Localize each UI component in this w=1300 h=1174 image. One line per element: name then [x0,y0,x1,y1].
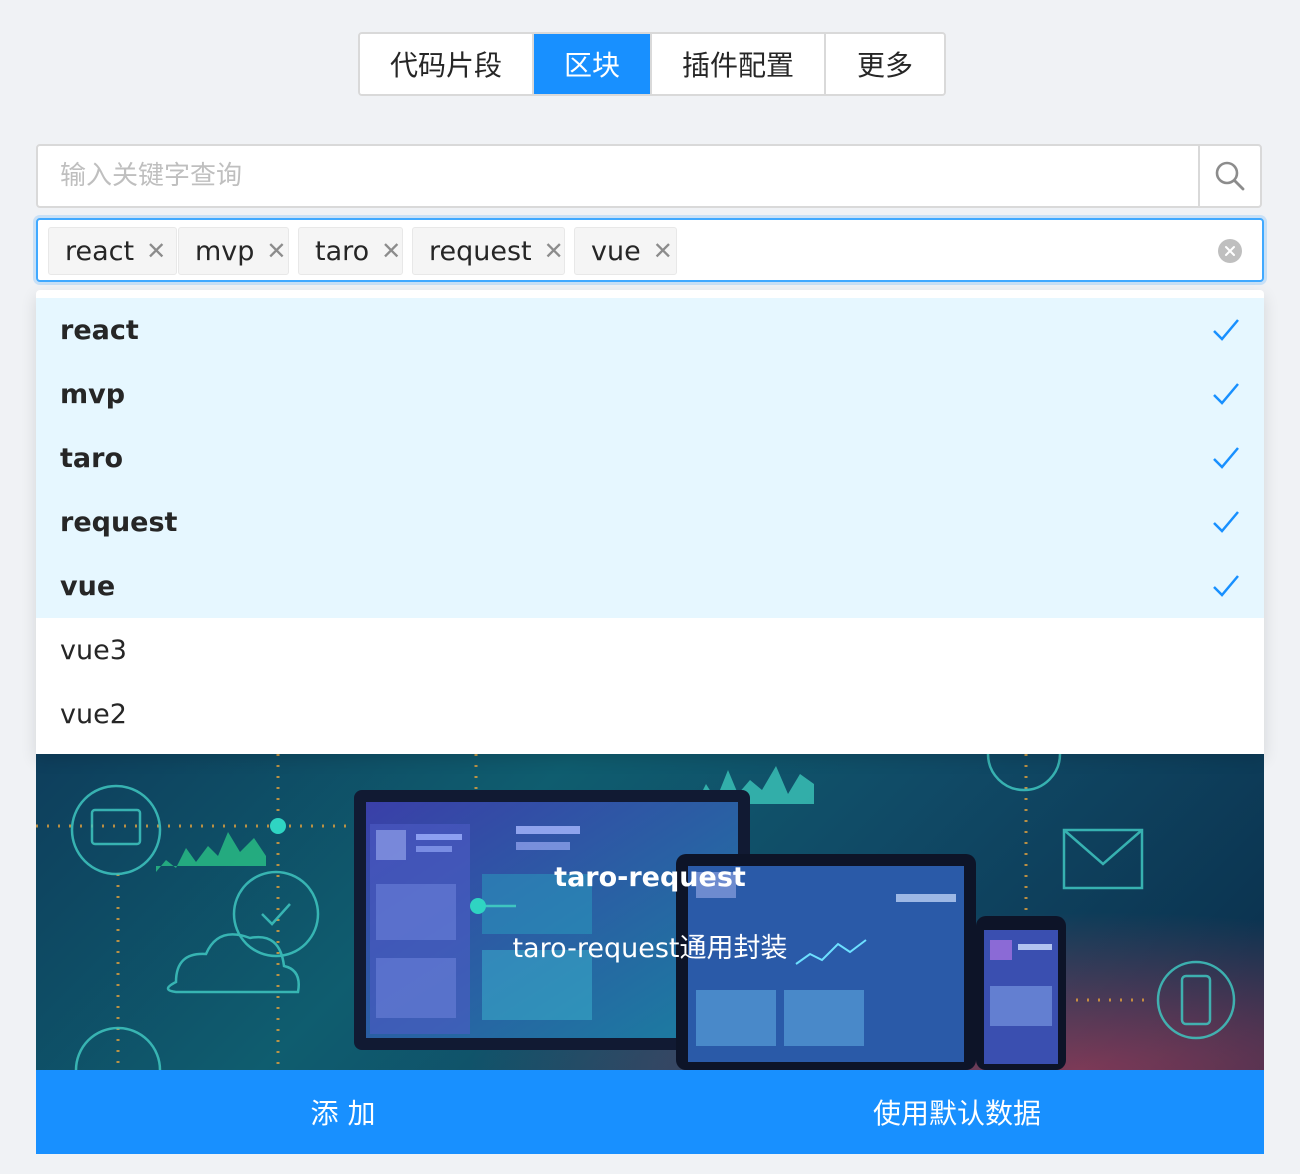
use-default-data-button[interactable]: 使用默认数据 [650,1070,1264,1154]
option-label: vue2 [60,698,127,730]
check-icon [1213,447,1239,469]
tab-bar: 代码片段 区块 插件配置 更多 [358,32,946,96]
tag-label: react [65,235,135,267]
tab-plugin-config[interactable]: 插件配置 [652,34,826,94]
search-input[interactable] [38,146,1198,206]
tab-code-snippets[interactable]: 代码片段 [360,34,534,94]
tag-remove-icon[interactable]: ✕ [653,237,673,265]
check-icon [1213,319,1239,341]
card-description: taro-request通用封装 [512,933,788,964]
search-box [36,144,1262,208]
search-icon [1215,161,1245,191]
search-button[interactable] [1198,146,1260,206]
dropdown-option-mvp[interactable]: mvp [36,362,1264,426]
tag-dropdown: react mvp taro request vue vue3 vue2 [36,290,1264,754]
tag-label: taro [315,235,370,267]
dropdown-option-react[interactable]: react [36,298,1264,362]
tag-select[interactable]: react ✕ mvp ✕ taro ✕ request ✕ vue ✕ [36,218,1264,282]
dropdown-option-request[interactable]: request [36,490,1264,554]
dropdown-option-taro[interactable]: taro [36,426,1264,490]
option-label: react [60,314,139,346]
option-label: vue3 [60,634,127,666]
tech-illustration [36,754,1264,1070]
tag-request: request ✕ [412,227,565,275]
tag-remove-icon[interactable]: ✕ [381,237,401,265]
tag-label: request [429,235,532,267]
tag-remove-icon[interactable]: ✕ [146,237,166,265]
tab-blocks[interactable]: 区块 [534,34,652,94]
tab-more[interactable]: 更多 [826,34,944,94]
option-label: taro [60,442,123,474]
dropdown-option-vue3[interactable]: vue3 [36,618,1264,682]
check-icon [1213,511,1239,533]
add-button[interactable]: 添 加 [36,1070,650,1154]
clear-icon[interactable] [1218,239,1242,263]
tag-remove-icon[interactable]: ✕ [266,237,286,265]
tag-react: react ✕ [48,227,177,275]
dropdown-option-vue2[interactable]: vue2 [36,682,1264,746]
card-title: taro-request [554,862,746,893]
tag-mvp: mvp ✕ [178,227,289,275]
option-label: mvp [60,378,126,410]
tag-label: vue [591,235,641,267]
tag-taro: taro ✕ [298,227,403,275]
option-label: vue [60,570,116,602]
check-icon [1213,383,1239,405]
block-card-image: taro-request taro-request通用封装 [36,754,1264,1070]
tag-label: mvp [195,235,255,267]
tag-remove-icon[interactable]: ✕ [544,237,564,265]
check-icon [1213,575,1239,597]
option-label: request [60,506,178,538]
card-actions: 添 加 使用默认数据 [36,1070,1264,1154]
dropdown-option-vue[interactable]: vue [36,554,1264,618]
tag-vue: vue ✕ [574,227,677,275]
